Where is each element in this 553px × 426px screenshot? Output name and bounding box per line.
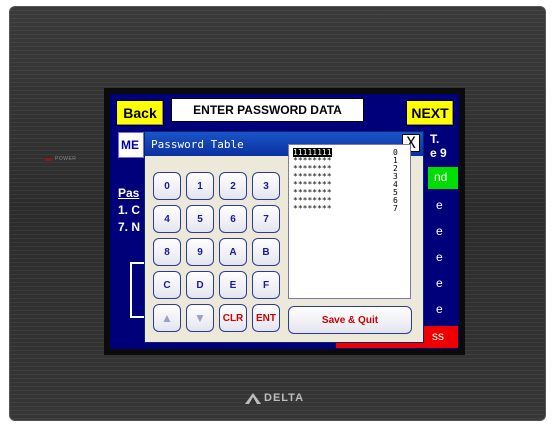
side-cell-text: e [436, 302, 443, 316]
side-cell-2[interactable]: e [428, 220, 458, 244]
status-green-cell: nd [428, 167, 458, 189]
arrow-down-icon: ▼ [194, 311, 206, 325]
scroll-up-button[interactable]: ▲ [153, 304, 181, 332]
password-index: 7 [393, 204, 398, 213]
key-1[interactable]: 1 [186, 172, 214, 200]
right-label-1: T. [430, 132, 440, 146]
delta-triangle-icon [245, 392, 261, 404]
key-5[interactable]: 5 [186, 205, 214, 233]
power-indicator: POWER [45, 156, 76, 162]
password-table-dialog: Password Table X 0 1 2 3 4 5 6 7 8 9 A B… [144, 131, 424, 343]
key-f[interactable]: F [252, 271, 280, 299]
back-button[interactable]: Back [116, 100, 164, 126]
key-d[interactable]: D [186, 271, 214, 299]
side-cell-text: e [436, 250, 443, 264]
left-line-2: 7. N [118, 220, 141, 234]
key-6[interactable]: 6 [219, 205, 247, 233]
password-list[interactable]: 11111111 0 ******** 1 ******** 2 ******** 3 … [288, 144, 411, 299]
side-cell-1[interactable]: e [428, 194, 458, 218]
power-led-icon [45, 157, 52, 161]
left-line-1: 1. C [118, 203, 141, 217]
side-cell-text: e [436, 276, 443, 290]
brand-text: DELTA [264, 392, 305, 404]
key-3[interactable]: 3 [252, 172, 280, 200]
menu-button[interactable]: ME [118, 132, 144, 158]
scroll-down-button[interactable]: ▼ [186, 304, 214, 332]
key-c[interactable]: C [153, 271, 181, 299]
key-2[interactable]: 2 [219, 172, 247, 200]
key-e[interactable]: E [219, 271, 247, 299]
key-b[interactable]: B [252, 238, 280, 266]
key-7[interactable]: 7 [252, 205, 280, 233]
power-label: POWER [55, 156, 77, 162]
right-label-2: e 9 [430, 146, 447, 160]
status-green-text: nd [434, 170, 448, 184]
key-a[interactable]: A [219, 238, 247, 266]
brand-logo: DELTA [245, 392, 304, 404]
status-red-text: ss [432, 329, 444, 343]
side-cell-3[interactable]: e [428, 246, 458, 270]
key-0[interactable]: 0 [153, 172, 181, 200]
arrow-up-icon: ▲ [161, 311, 173, 325]
clear-button[interactable]: CLR [219, 304, 247, 332]
password-value: ******** [293, 204, 332, 213]
password-heading: Pas [118, 186, 140, 200]
enter-button[interactable]: ENT [252, 304, 280, 332]
side-cell-text: e [436, 198, 443, 212]
dialog-title: Password Table [151, 137, 244, 151]
next-button[interactable]: NEXT [406, 100, 454, 126]
key-9[interactable]: 9 [186, 238, 214, 266]
side-cell-5[interactable]: e [428, 298, 458, 322]
page-title: ENTER PASSWORD DATA [171, 98, 364, 122]
save-quit-button[interactable]: Save & Quit [288, 306, 412, 334]
key-8[interactable]: 8 [153, 238, 181, 266]
list-item[interactable]: ******** 7 [293, 204, 398, 213]
side-cell-text: e [436, 224, 443, 238]
key-4[interactable]: 4 [153, 205, 181, 233]
side-cell-4[interactable]: e [428, 272, 458, 296]
keypad: 0 1 2 3 4 5 6 7 8 9 A B C D E F ▲ ▼ CLR … [149, 168, 289, 343]
